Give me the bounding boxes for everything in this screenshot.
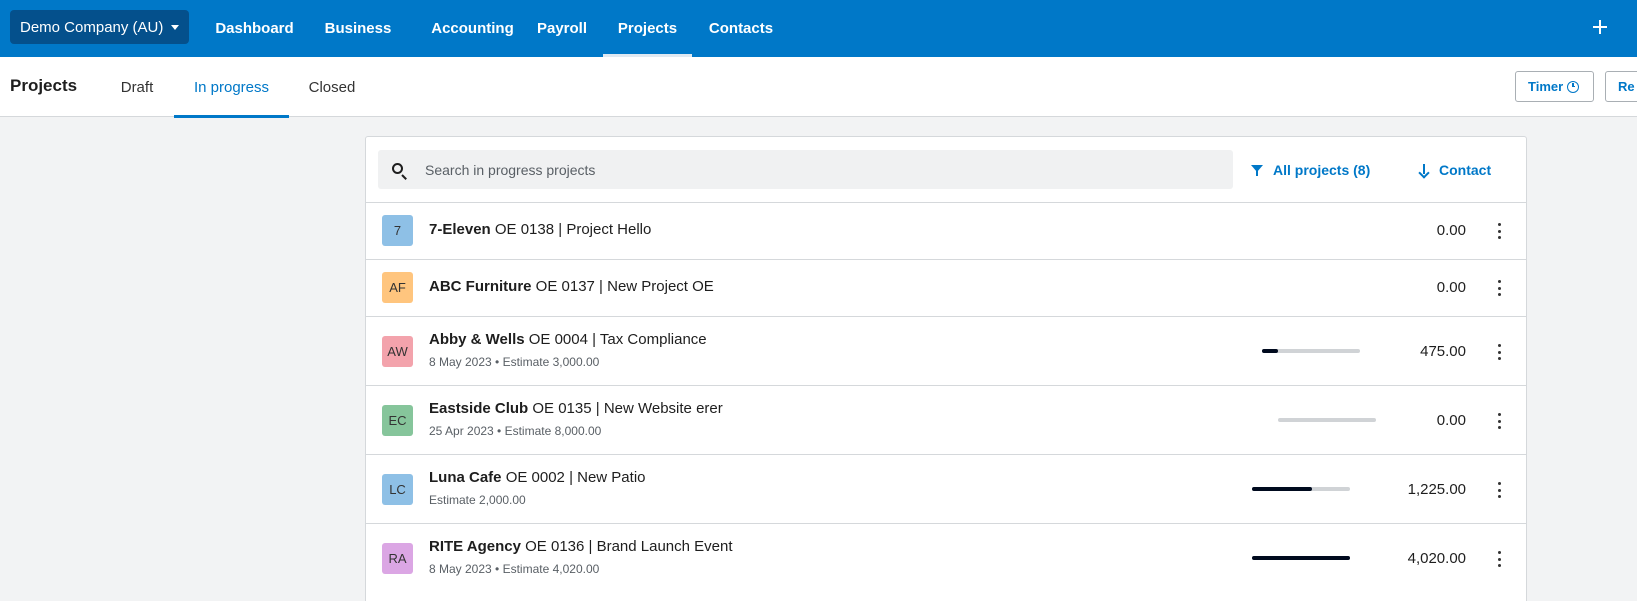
tab-draft[interactable]: Draft: [115, 57, 159, 117]
organisation-name: Demo Company (AU): [20, 18, 164, 36]
contact-name: Eastside Club: [429, 400, 529, 417]
project-row[interactable]: AW Abby & Wells OE 0004 | Tax Compliance 8…: [366, 316, 1526, 385]
project-title[interactable]: RITE Agency OE 0136 | Brand Launch Event: [429, 538, 733, 555]
contact-name: ABC Furniture: [429, 278, 532, 295]
nav-business[interactable]: Business: [316, 0, 400, 57]
search-icon: [392, 163, 403, 174]
project-amount: 0.00: [1436, 412, 1466, 429]
nav-dashboard[interactable]: Dashboard: [203, 0, 306, 57]
timer-button-label: Timer: [1528, 79, 1564, 94]
plus-icon[interactable]: [1589, 16, 1611, 38]
contact-avatar: 7: [382, 215, 413, 246]
project-detail: OE 0135 | New Website erer: [532, 400, 723, 417]
search-input[interactable]: [425, 150, 1215, 189]
project-row[interactable]: RA RITE Agency OE 0136 | Brand Launch Eve…: [366, 523, 1526, 592]
tab-in-progress[interactable]: In progress: [174, 57, 289, 118]
project-subtext: 8 May 2023 • Estimate 4,020.00: [429, 562, 600, 576]
more-options-icon[interactable]: [1497, 482, 1501, 498]
nav-payroll[interactable]: Payroll: [528, 0, 596, 57]
project-amount: 475.00: [1420, 343, 1466, 360]
more-options-icon[interactable]: [1497, 280, 1501, 296]
project-subtext: Estimate 2,000.00: [429, 493, 526, 507]
project-title[interactable]: 7-Eleven OE 0138 | Project Hello: [429, 221, 651, 238]
clock-icon: [1567, 80, 1580, 93]
project-row[interactable]: 7 7-Eleven OE 0138 | Project Hello 0.00: [366, 202, 1526, 259]
project-amount: 4,020.00: [1407, 550, 1466, 567]
organisation-switcher[interactable]: Demo Company (AU): [10, 10, 190, 44]
progress-bar: [1252, 487, 1350, 491]
progress-bar: [1278, 418, 1376, 422]
contact-name: Luna Cafe: [429, 469, 502, 486]
project-detail: OE 0138 | Project Hello: [494, 221, 652, 238]
progress-bar-fill: [1262, 349, 1278, 353]
project-title[interactable]: Luna Cafe OE 0002 | New Patio: [429, 469, 646, 486]
contact-avatar: RA: [382, 543, 413, 574]
more-options-icon[interactable]: [1497, 551, 1501, 567]
more-options-icon[interactable]: [1497, 344, 1501, 360]
progress-bar-fill: [1252, 487, 1312, 491]
more-options-icon[interactable]: [1497, 223, 1501, 239]
page-title: Projects: [10, 76, 78, 95]
project-amount: 0.00: [1436, 279, 1466, 296]
progress-bar: [1262, 349, 1360, 353]
project-title[interactable]: ABC Furniture OE 0137 | New Project OE: [429, 278, 714, 295]
contact-avatar: LC: [382, 474, 413, 505]
project-detail: OE 0136 | Brand Launch Event: [525, 538, 733, 555]
contact-name: Abby & Wells: [429, 331, 525, 348]
filter-funnel-icon: [1251, 165, 1263, 176]
progress-bar: [1252, 556, 1350, 560]
report-button[interactable]: Re: [1605, 71, 1637, 102]
project-subtext: 8 May 2023 • Estimate 3,000.00: [429, 355, 600, 369]
project-detail: OE 0137 | New Project OE: [535, 278, 714, 295]
report-button-label: Re: [1618, 79, 1635, 94]
project-detail: OE 0002 | New Patio: [505, 469, 646, 486]
filter-button[interactable]: All projects (8): [1251, 150, 1370, 189]
sort-label: Contact: [1439, 161, 1492, 178]
contact-avatar: AF: [382, 272, 413, 303]
project-amount: 1,225.00: [1407, 481, 1466, 498]
contact-name: 7-Eleven: [429, 221, 491, 238]
sort-button[interactable]: Contact: [1419, 150, 1491, 189]
arrow-down-icon: [1419, 163, 1429, 176]
project-row[interactable]: AF ABC Furniture OE 0137 | New Project OE…: [366, 259, 1526, 316]
top-navigation: Demo Company (AU) Dashboard Business Acc…: [0, 0, 1637, 57]
tab-closed[interactable]: Closed: [304, 57, 360, 117]
timer-button[interactable]: Timer: [1515, 71, 1594, 102]
contact-avatar: AW: [382, 336, 413, 367]
nav-accounting[interactable]: Accounting: [415, 0, 530, 57]
project-title[interactable]: Abby & Wells OE 0004 | Tax Compliance: [429, 331, 707, 348]
contact-name: RITE Agency: [429, 538, 521, 555]
project-subtext: 25 Apr 2023 • Estimate 8,000.00: [429, 424, 602, 438]
nav-projects[interactable]: Projects: [603, 0, 692, 57]
nav-contacts[interactable]: Contacts: [700, 0, 782, 57]
project-amount: 0.00: [1436, 222, 1466, 239]
progress-bar-fill: [1252, 556, 1350, 560]
caret-down-icon: [171, 24, 180, 30]
contact-avatar: EC: [382, 405, 413, 436]
project-title[interactable]: Eastside Club OE 0135 | New Website erer: [429, 400, 723, 417]
projects-header: Projects Draft In progress Closed Timer …: [0, 57, 1637, 118]
project-row[interactable]: EC Eastside Club OE 0135 | New Website er…: [366, 385, 1526, 454]
search-bar: [378, 150, 1233, 189]
project-row[interactable]: LC Luna Cafe OE 0002 | New Patio Estimate …: [366, 454, 1526, 523]
more-options-icon[interactable]: [1497, 413, 1501, 429]
projects-list-panel: All projects (8) Contact 7 7-Eleven OE 01…: [365, 136, 1527, 601]
filter-label: All projects (8): [1273, 161, 1371, 178]
project-detail: OE 0004 | Tax Compliance: [528, 331, 707, 348]
